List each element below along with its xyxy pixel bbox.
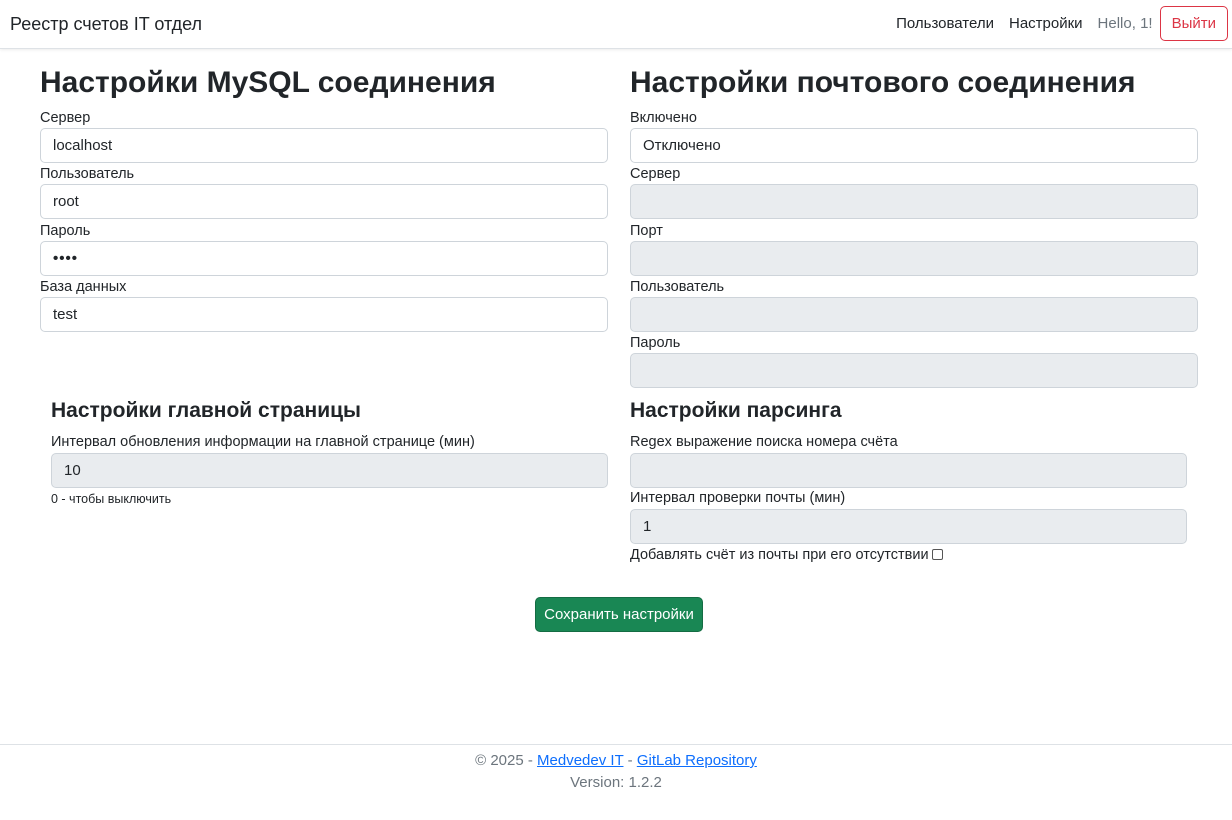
mail-user-input[interactable] (630, 297, 1198, 332)
parsing-settings-title: Настройки парсинга (630, 399, 842, 422)
mysql-settings-title: Настройки MySQL соединения (40, 66, 496, 99)
mail-port-input[interactable] (630, 241, 1198, 276)
mysql-user-input[interactable]: root (40, 184, 608, 219)
refresh-interval-hint: 0 - чтобы выключить (51, 492, 172, 506)
mail-check-interval-label: Интервал проверки почты (мин) (630, 490, 846, 506)
mysql-password-value: •••• (53, 250, 79, 267)
mail-server-label: Сервер (630, 166, 681, 182)
add-invoice-row: Добавлять счёт из почты при его отсутств… (630, 547, 943, 563)
refresh-interval-input[interactable]: 10 (51, 453, 608, 488)
save-settings-button[interactable]: Сохранить настройки (535, 597, 703, 632)
footer-divider (0, 744, 1232, 745)
regex-label: Regex выражение поиска номера счёта (630, 434, 898, 450)
footer-version: Version: 1.2.2 (570, 774, 662, 791)
mail-check-interval-input[interactable]: 1 (630, 509, 1187, 544)
nav-link-settings[interactable]: Настройки (1009, 15, 1083, 32)
footer-separator: - (623, 752, 637, 769)
mysql-db-value: test (53, 306, 78, 323)
footer-link-gitlab[interactable]: GitLab Repository (637, 752, 757, 769)
mail-enabled-value: Отключено (643, 137, 721, 154)
nav-links: Пользователи Настройки Hello, 1! Выйти (896, 5, 1228, 41)
mail-check-interval-value: 1 (643, 518, 652, 535)
footer-links: © 2025 - Medvedev IT - GitLab Repository (0, 752, 1232, 769)
add-invoice-label: Добавлять счёт из почты при его отсутств… (630, 547, 929, 563)
greeting-text: Hello, 1! (1097, 14, 1153, 32)
mysql-db-label: База данных (40, 279, 127, 295)
app-brand[interactable]: Реестр счетов IT отдел (10, 14, 202, 35)
top-navbar: Реестр счетов IT отдел Пользователи Наст… (0, 0, 1232, 49)
mail-enabled-select[interactable]: Отключено (630, 128, 1198, 163)
mail-user-label: Пользователь (630, 279, 725, 295)
regex-input[interactable] (630, 453, 1187, 488)
mysql-password-input[interactable]: •••• (40, 241, 608, 276)
mysql-server-input[interactable]: localhost (40, 128, 608, 163)
mysql-user-label: Пользователь (40, 166, 135, 182)
mail-password-label: Пароль (630, 335, 681, 351)
mysql-server-value: localhost (53, 137, 113, 154)
mail-password-input[interactable] (630, 353, 1198, 388)
mysql-user-value: root (53, 193, 79, 210)
footer-link-medvedev[interactable]: Medvedev IT (537, 752, 623, 769)
nav-link-users[interactable]: Пользователи (896, 15, 994, 32)
footer-copyright: © 2025 - (475, 752, 538, 769)
add-invoice-checkbox[interactable] (931, 548, 943, 560)
refresh-interval-value: 10 (64, 462, 81, 479)
mysql-password-label: Пароль (40, 223, 91, 239)
mail-port-label: Порт (630, 223, 663, 239)
mysql-server-label: Сервер (40, 110, 91, 126)
mail-server-input[interactable] (630, 184, 1198, 219)
logout-button[interactable]: Выйти (1159, 5, 1228, 41)
main-page-settings-title: Настройки главной страницы (51, 399, 361, 422)
mysql-db-input[interactable]: test (40, 297, 608, 332)
refresh-interval-label: Интервал обновления информации на главно… (51, 434, 475, 450)
mail-settings-title: Настройки почтового соединения (630, 66, 1136, 99)
mail-enabled-label: Включено (630, 110, 697, 126)
